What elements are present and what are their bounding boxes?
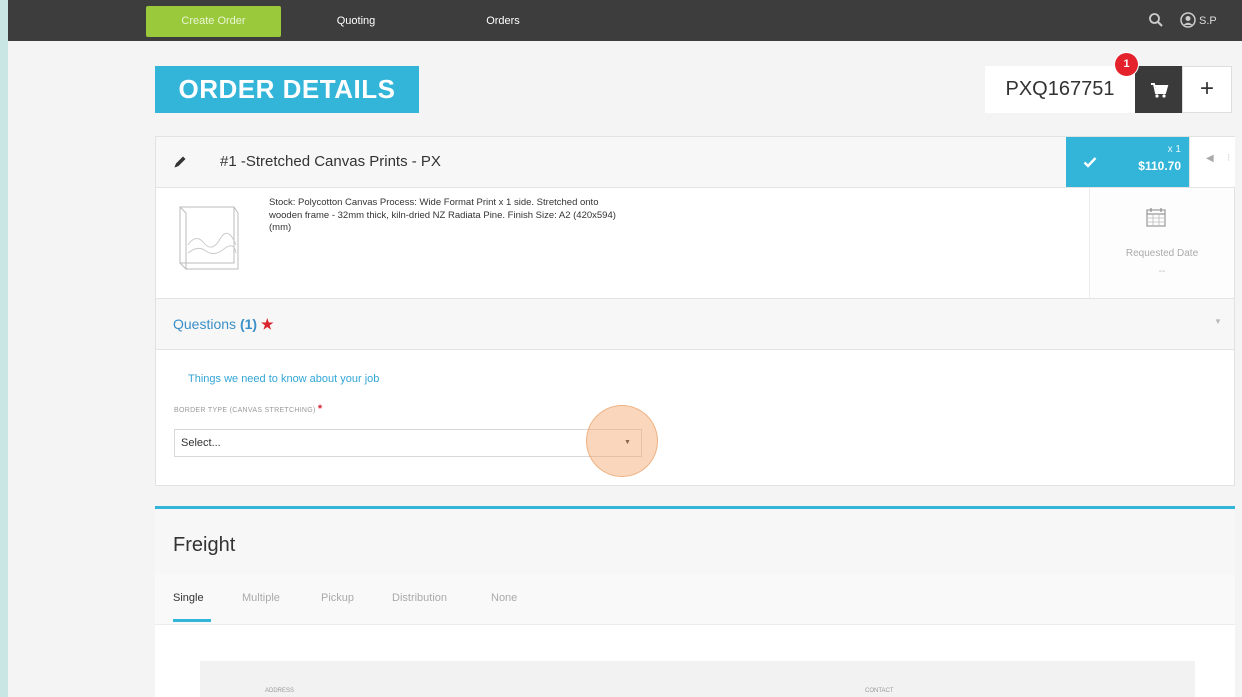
tab-multiple[interactable]: Multiple [242,574,280,622]
tab-none[interactable]: None [491,574,517,622]
price-tile[interactable]: x 1 $110.70 [1066,137,1189,187]
freight-header: Freight [155,509,1235,574]
caret-left-icon: ◀ [1206,153,1214,164]
nav-quoting[interactable]: Quoting [326,6,386,36]
tab-distribution[interactable]: Distribution [392,574,447,622]
select-value: Select... [181,437,221,449]
item-header: #1 -Stretched Canvas Prints - PX x 1 $11… [156,137,1235,188]
border-type-label: BORDER TYPE (CANVAS STRETCHING) * [174,403,323,415]
cart-count-badge: 1 [1115,53,1138,76]
collapse-toggle[interactable]: ◀ ⁝ [1189,137,1235,187]
add-item-button[interactable]: + [1182,66,1232,113]
cart-button[interactable] [1135,66,1182,113]
freight-details: ADDRESS CONTACT [200,661,1195,697]
item-quantity: x 1 [1167,144,1181,155]
pencil-icon[interactable] [172,154,188,170]
contact-label: CONTACT [865,688,894,694]
border-type-label-text: BORDER TYPE (CANVAS STRETCHING) [174,407,316,414]
freight-section: Freight Single Multiple Pickup Distribut… [155,506,1235,697]
canvas-thumbnail [179,206,239,271]
top-nav: Create Order Quoting Orders S.P [8,0,1242,41]
active-tab-indicator [173,619,211,622]
questions-help-text: Things we need to know about your job [188,373,380,385]
check-icon [1083,157,1097,168]
item-price: $110.70 [1138,159,1181,173]
required-star-icon: ★ [260,316,274,332]
search-icon[interactable] [1148,12,1164,28]
tab-single[interactable]: Single [173,574,204,622]
requested-date-label: Requested Date [1125,248,1199,259]
questions-label: Questions (1) ★ [173,299,274,349]
questions-count: (1) [239,316,258,332]
nav-orders[interactable]: Orders [473,6,533,36]
user-circle-icon[interactable] [1180,12,1196,28]
page-title: ORDER DETAILS [155,66,419,113]
requested-date-value: -- [1158,266,1166,277]
more-icon: ⁝ [1227,153,1231,164]
cart-icon [1151,83,1169,98]
app-window: Create Order Quoting Orders S.P ORDER DE… [8,0,1242,697]
border-type-select[interactable]: Select... ▼ [174,429,642,457]
chevron-down-icon[interactable]: ▼ [1214,317,1222,326]
create-order-button[interactable]: Create Order [146,6,281,37]
item-title: #1 -Stretched Canvas Prints - PX [220,153,441,170]
order-item-card: #1 -Stretched Canvas Prints - PX x 1 $11… [155,136,1235,486]
calendar-icon [1146,208,1166,227]
requested-date[interactable]: Requested Date -- [1089,188,1234,298]
address-label: ADDRESS [265,688,295,694]
item-description: Stock: Polycotton Canvas Process: Wide F… [269,197,616,233]
order-id: PXQ167751 [985,66,1135,113]
click-indicator [586,405,658,477]
tab-pickup[interactable]: Pickup [321,574,354,622]
freight-title: Freight [173,534,236,556]
questions-section-header[interactable]: Questions (1) ★ ▼ [156,298,1234,350]
freight-tabs: Single Multiple Pickup Distribution None [155,574,1235,625]
questions-title: Questions [173,316,237,332]
field-required-marker: * [317,403,323,415]
user-initials[interactable]: S.P [1199,6,1217,36]
